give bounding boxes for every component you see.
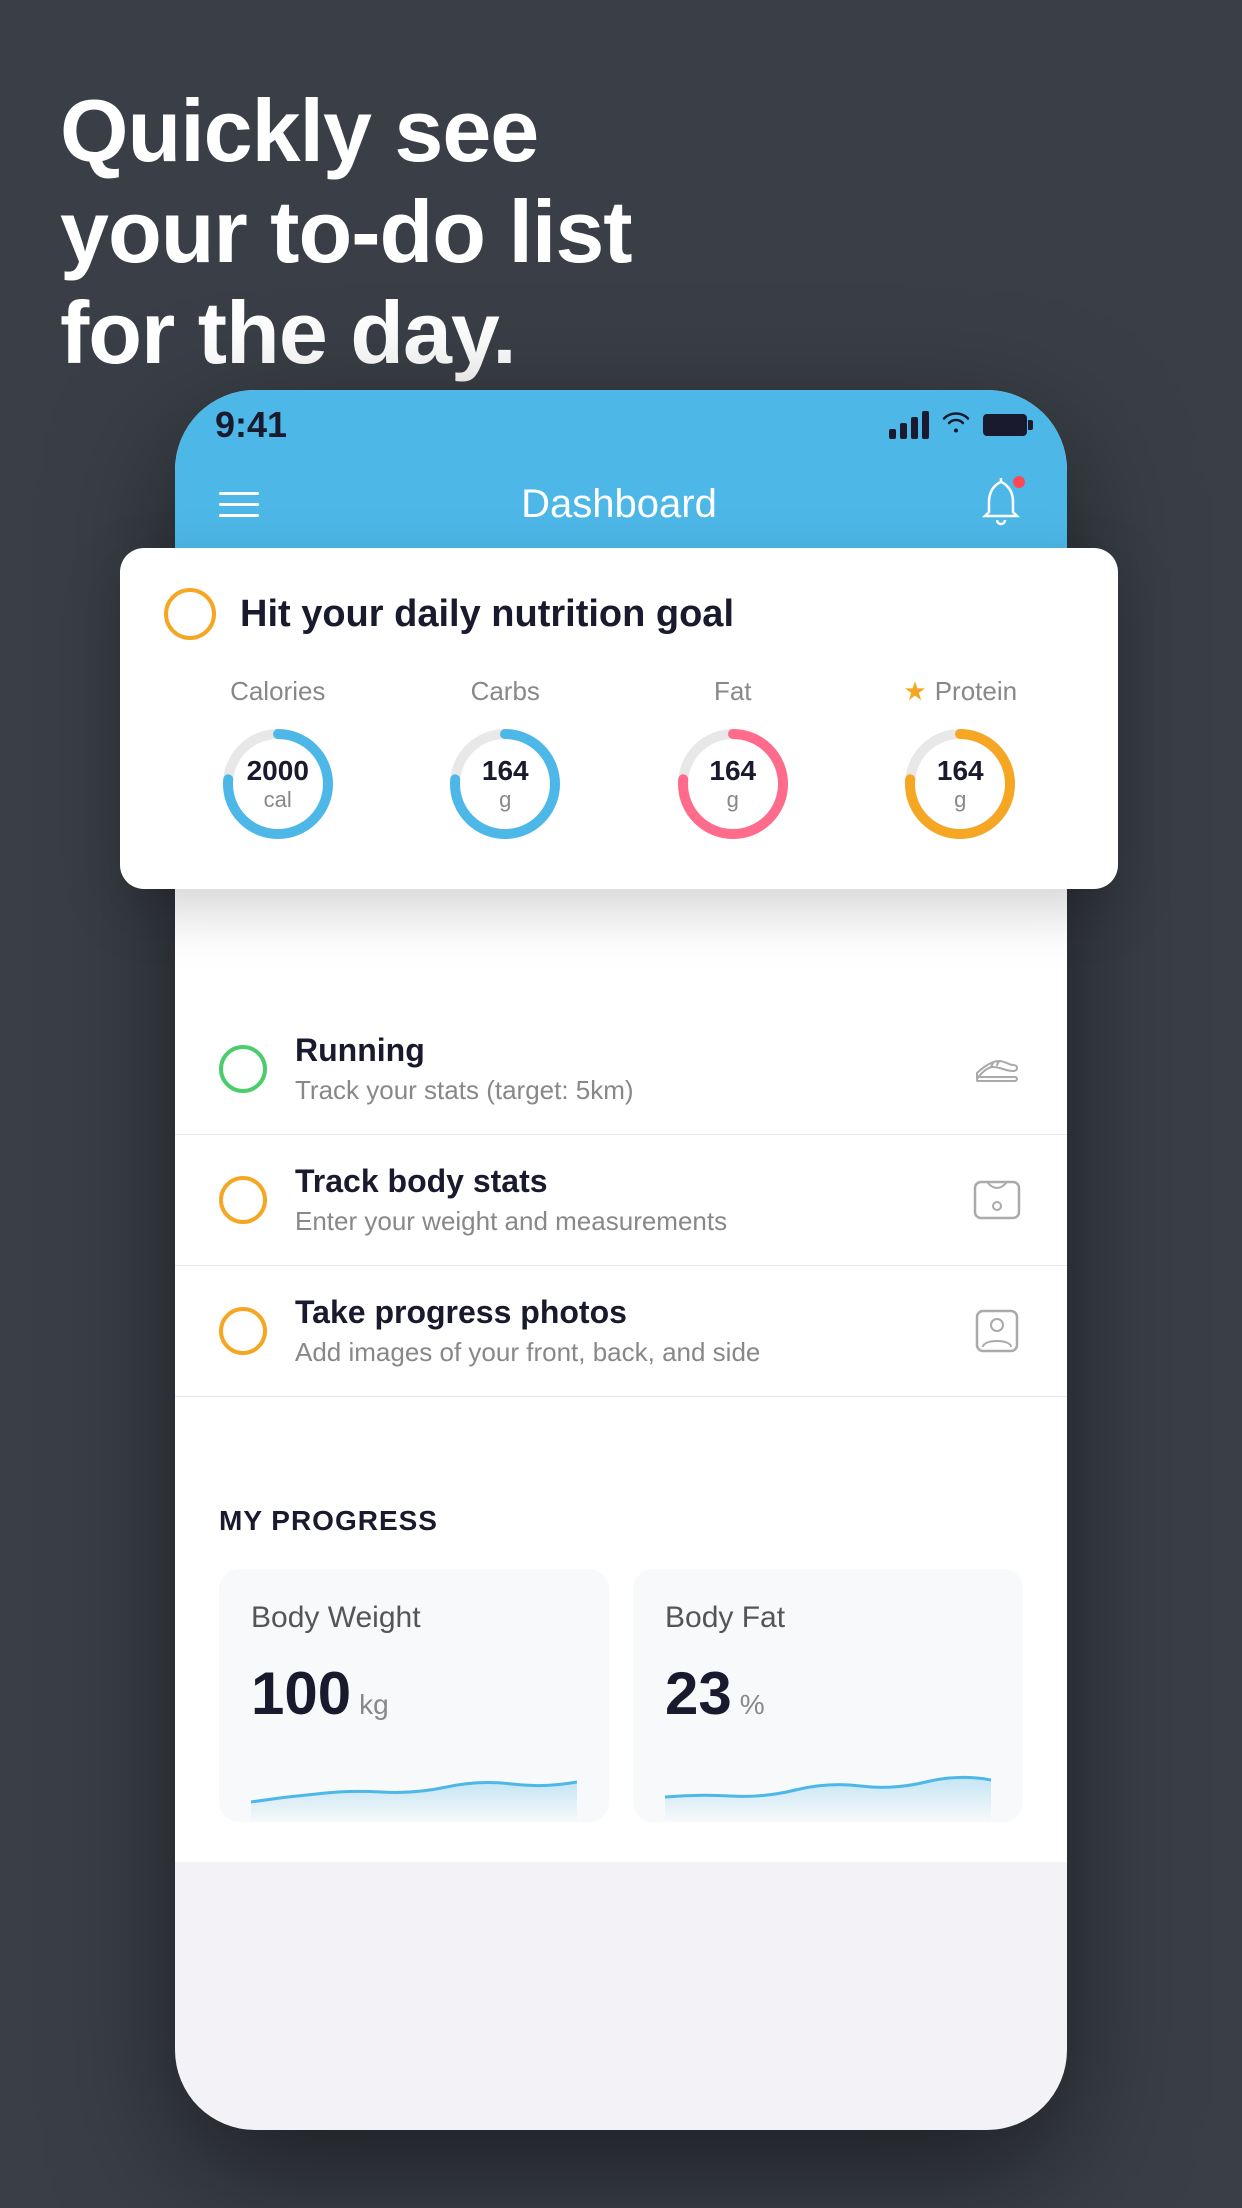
body-weight-title: Body Weight — [251, 1601, 577, 1635]
body-fat-unit: % — [740, 1689, 765, 1721]
bell-icon[interactable] — [979, 478, 1023, 530]
hamburger-menu[interactable] — [219, 492, 259, 517]
todo-desc: Track your stats (target: 5km) — [295, 1075, 943, 1106]
hamburger-line — [219, 492, 259, 495]
wifi-icon — [941, 410, 971, 441]
todo-item-photos[interactable]: Take progress photos Add images of your … — [175, 1266, 1067, 1397]
shoe-icon — [971, 1043, 1023, 1095]
stat-item-calories: Calories 2000 cal — [213, 676, 343, 849]
hamburger-line — [219, 503, 259, 506]
nav-title: Dashboard — [521, 482, 717, 527]
progress-cards: Body Weight 100 kg — [219, 1569, 1023, 1822]
star-icon: ★ — [903, 676, 926, 707]
nutrition-card: Hit your daily nutrition goal Calories 2… — [120, 548, 1118, 889]
todo-text: Take progress photos Add images of your … — [295, 1294, 943, 1368]
todo-text: Track body stats Enter your weight and m… — [295, 1163, 943, 1237]
scale-icon — [971, 1174, 1023, 1226]
todo-item-body-stats[interactable]: Track body stats Enter your weight and m… — [175, 1135, 1067, 1266]
stat-item-protein: ★ Protein 164 g — [895, 676, 1025, 849]
calories-label: Calories — [230, 676, 325, 707]
todo-text: Running Track your stats (target: 5km) — [295, 1032, 943, 1106]
status-icons — [889, 410, 1027, 441]
protein-ring: 164 g — [895, 719, 1025, 849]
nutrition-header: Hit your daily nutrition goal — [164, 588, 1074, 640]
body-fat-value-row: 23 % — [665, 1659, 991, 1728]
notification-dot — [1011, 474, 1027, 490]
body-weight-value-row: 100 kg — [251, 1659, 577, 1728]
todo-desc: Enter your weight and measurements — [295, 1206, 943, 1237]
stat-item-carbs: Carbs 164 g — [440, 676, 570, 849]
nav-bar: Dashboard — [175, 460, 1067, 548]
carbs-value: 164 g — [482, 755, 529, 813]
battery-icon — [983, 414, 1027, 436]
fat-value: 164 g — [709, 755, 756, 813]
todo-name: Take progress photos — [295, 1294, 943, 1331]
status-bar: 9:41 — [175, 390, 1067, 460]
todo-desc: Add images of your front, back, and side — [295, 1337, 943, 1368]
protein-value: 164 g — [937, 755, 984, 813]
person-icon — [971, 1305, 1023, 1357]
hero-text: Quickly see your to-do list for the day. — [60, 80, 632, 384]
carbs-ring: 164 g — [440, 719, 570, 849]
nutrition-check-circle[interactable] — [164, 588, 216, 640]
progress-section: MY PROGRESS Body Weight 100 kg — [175, 1457, 1067, 1862]
body-weight-card[interactable]: Body Weight 100 kg — [219, 1569, 609, 1822]
nutrition-title: Hit your daily nutrition goal — [240, 593, 734, 636]
progress-title: MY PROGRESS — [219, 1505, 1023, 1537]
body-weight-chart — [251, 1752, 577, 1822]
todo-circle — [219, 1045, 267, 1093]
protein-label: ★ Protein — [903, 676, 1017, 707]
todo-name: Track body stats — [295, 1163, 943, 1200]
fat-label: Fat — [714, 676, 752, 707]
signal-bars-icon — [889, 411, 929, 439]
body-fat-chart — [665, 1752, 991, 1822]
stat-item-fat: Fat 164 g — [668, 676, 798, 849]
todo-circle — [219, 1307, 267, 1355]
body-fat-value: 23 — [665, 1659, 732, 1728]
body-fat-title: Body Fat — [665, 1601, 991, 1635]
calories-value: 2000 cal — [247, 755, 309, 813]
fat-ring: 164 g — [668, 719, 798, 849]
body-weight-value: 100 — [251, 1659, 351, 1728]
todo-name: Running — [295, 1032, 943, 1069]
todo-item-running[interactable]: Running Track your stats (target: 5km) — [175, 1004, 1067, 1135]
carbs-label: Carbs — [471, 676, 540, 707]
calories-ring: 2000 cal — [213, 719, 343, 849]
todo-circle — [219, 1176, 267, 1224]
hamburger-line — [219, 514, 259, 517]
body-weight-unit: kg — [359, 1689, 389, 1721]
body-fat-card[interactable]: Body Fat 23 % — [633, 1569, 1023, 1822]
status-time: 9:41 — [215, 404, 287, 446]
nutrition-stats: Calories 2000 cal Carbs — [164, 676, 1074, 849]
